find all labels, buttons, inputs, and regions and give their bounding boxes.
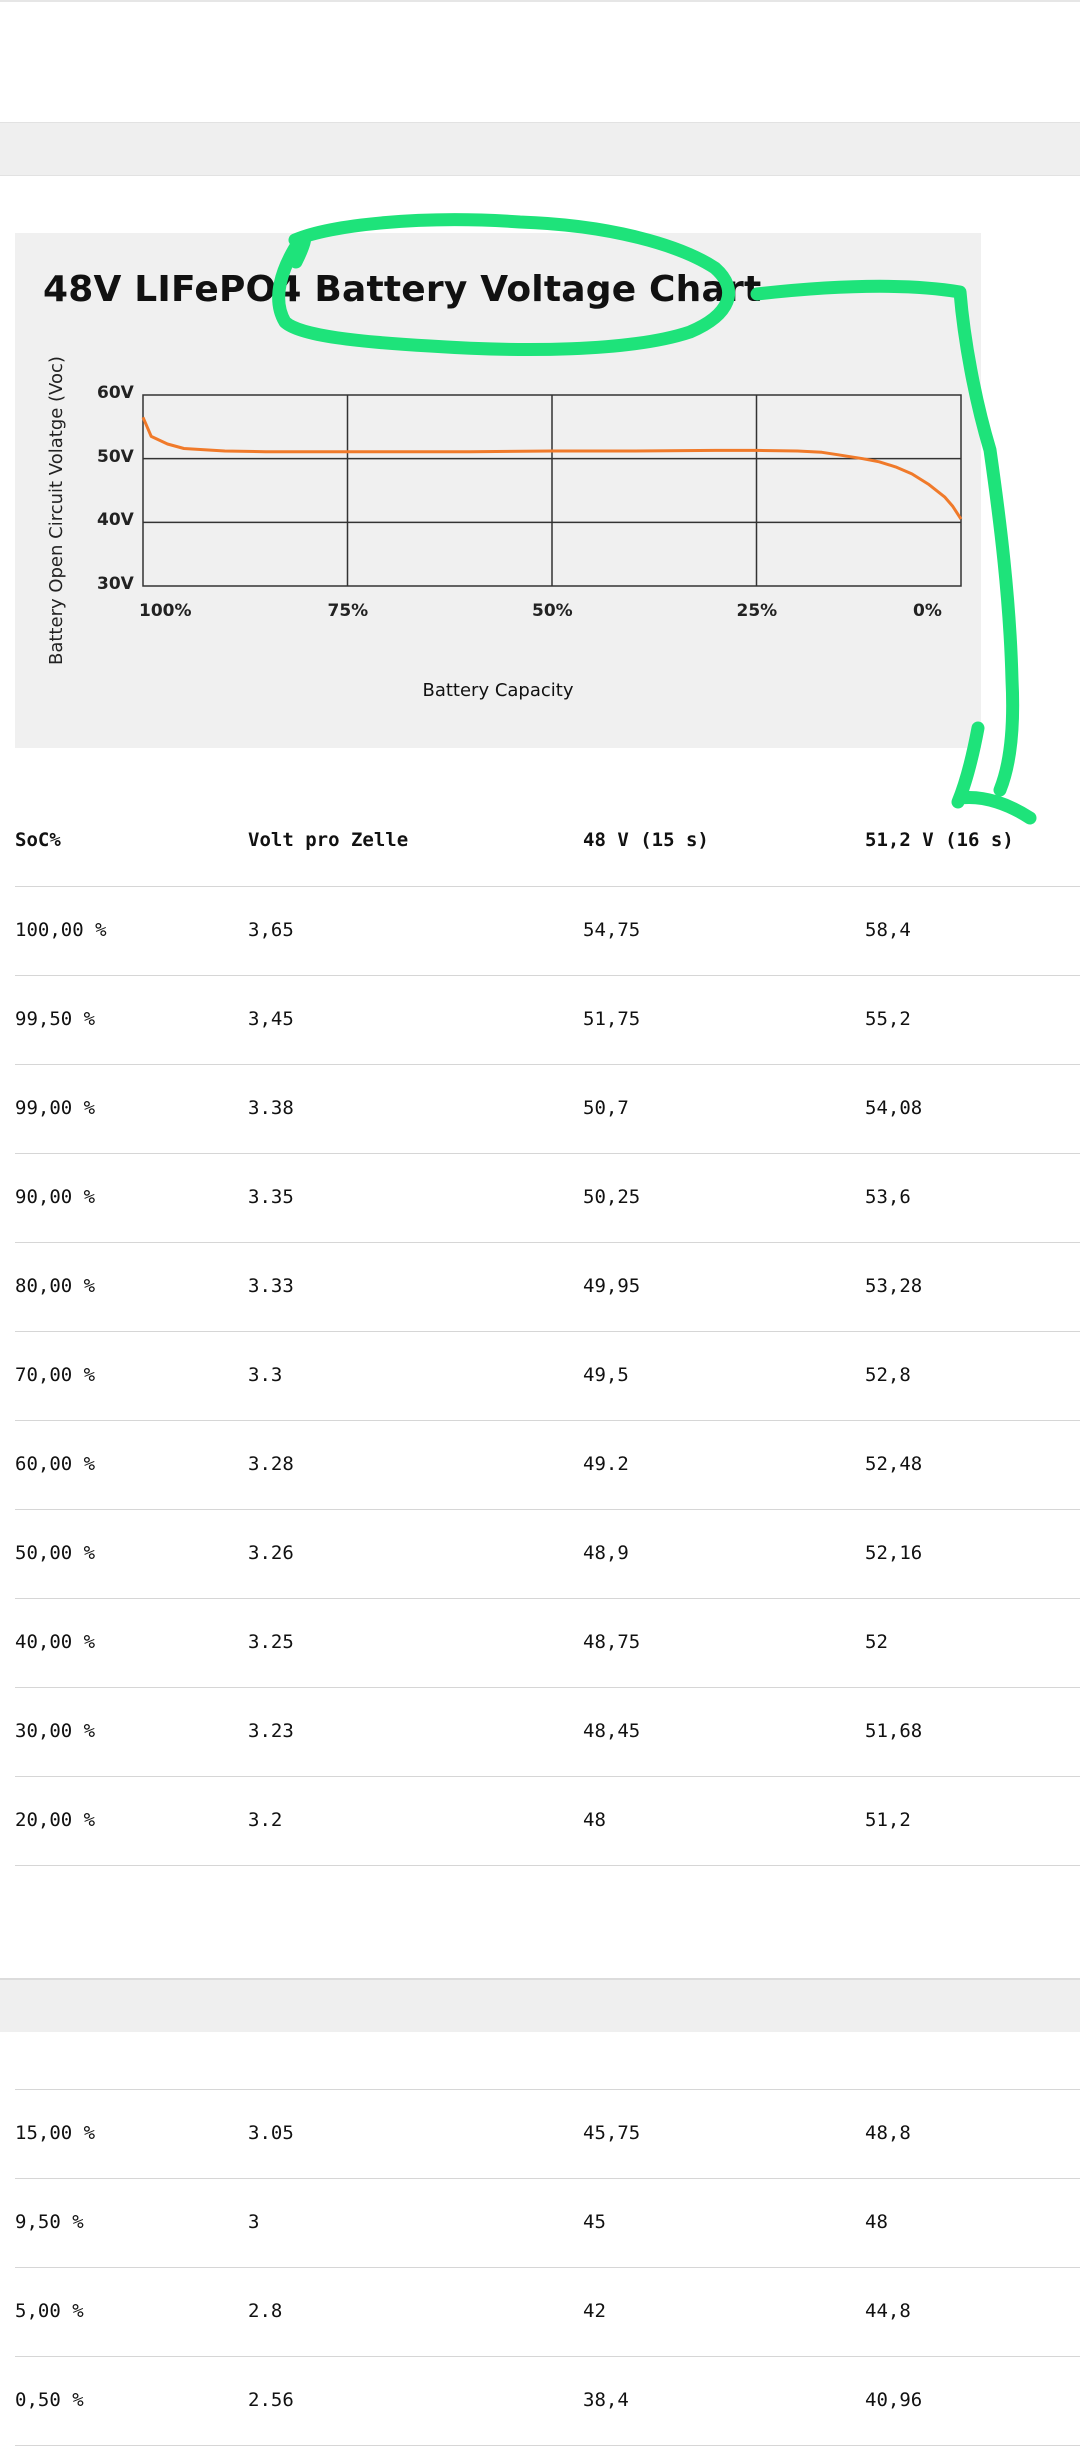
table-cell: 45 [583,2211,606,2233]
table-cell: 3.25 [248,1631,294,1653]
x-axis-title: Battery Capacity [422,680,574,701]
table-cell: 54,75 [583,919,641,941]
table-cell: 20,00 % [15,1809,96,1831]
table-cell: 58,4 [865,919,911,941]
table-cell: 3.38 [248,1097,294,1119]
table-row: 9,50 % 3 45 48 [0,2179,1080,2268]
table-cell: 90,00 % [15,1186,96,1208]
table-cell: 40,96 [865,2389,923,2411]
table-cell: 9,50 % [15,2211,84,2233]
table-cell: 45,75 [583,2122,641,2144]
table-cell: 3.2 [248,1809,283,1831]
table-row: 20,00 % 3.2 48 51,2 [0,1777,1080,1866]
table-cell: 48,8 [865,2122,911,2144]
table-cell: 44,8 [865,2300,911,2322]
table-cell: 70,00 % [15,1364,96,1386]
row-divider [15,1865,1080,1866]
table-cell: 3.23 [248,1720,294,1742]
header-51v: 51,2 V (16 s) [865,829,1014,851]
table-cell: 3.35 [248,1186,294,1208]
table-cell: 3 [248,2211,260,2233]
table-cell: 38,4 [583,2389,629,2411]
table-cell: 0,50 % [15,2389,84,2411]
table-cell: 55,2 [865,1008,911,1030]
table-cell: 50,00 % [15,1542,96,1564]
table-cell: 48,9 [583,1542,629,1564]
x-tick-label: 75% [327,601,369,621]
separator-band [0,1978,1080,2032]
header-48v: 48 V (15 s) [583,829,709,851]
table-cell: 42 [583,2300,606,2322]
table-cell: 52,16 [865,1542,923,1564]
table-row: 99,50 % 3,45 51,75 55,2 [0,976,1080,1065]
y-tick-label: 30V [97,574,134,594]
x-tick-label: 50% [532,601,573,621]
table-cell: 3.3 [248,1364,283,1386]
table-row: 90,00 % 3.35 50,25 53,6 [0,1154,1080,1243]
table-cell: 3,65 [248,919,294,941]
table-row: 0,50 % 2.56 38,4 40,96 [0,2357,1080,2446]
table-cell: 2.56 [248,2389,294,2411]
table-cell: 99,00 % [15,1097,96,1119]
x-tick-label: 25% [736,601,778,621]
table-cell: 3.28 [248,1453,294,1475]
table-row: 40,00 % 3.25 48,75 52 [0,1599,1080,1688]
table-row: 5,00 % 2.8 42 44,8 [0,2268,1080,2357]
table-cell: 54,08 [865,1097,923,1119]
header-soc: SoC% [15,829,61,851]
table-cell: 49.2 [583,1453,629,1475]
table-cell: 3.26 [248,1542,294,1564]
table-cell: 52,48 [865,1453,923,1475]
table-row: 70,00 % 3.3 49,5 52,8 [0,1332,1080,1421]
table-cell: 50,25 [583,1186,641,1208]
table-row: 100,00 % 3,65 54,75 58,4 [0,887,1080,976]
table-row: 30,00 % 3.23 48,45 51,68 [0,1688,1080,1777]
table-cell: 99,50 % [15,1008,96,1030]
x-tick-label: 0% [913,601,942,621]
table-cell: 52,8 [865,1364,911,1386]
table-cell: 48 [583,1809,606,1831]
table-cell: 49,5 [583,1364,629,1386]
table-cell: 52 [865,1631,888,1653]
chart-plot [141,394,963,587]
table-cell: 50,7 [583,1097,629,1119]
table-cell: 30,00 % [15,1720,96,1742]
separator-band [0,122,1080,176]
table-cell: 60,00 % [15,1453,96,1475]
table-row: 60,00 % 3.28 49.2 52,48 [0,1421,1080,1510]
table-row: 80,00 % 3.33 49,95 53,28 [0,1243,1080,1332]
table-cell: 51,2 [865,1809,911,1831]
table-cell: 48,75 [583,1631,641,1653]
table-row: 50,00 % 3.26 48,9 52,16 [0,1510,1080,1599]
table-cell: 40,00 % [15,1631,96,1653]
table-cell: 80,00 % [15,1275,96,1297]
table-cell: 51,68 [865,1720,923,1742]
table-cell: 53,28 [865,1275,923,1297]
table-cell: 3,45 [248,1008,294,1030]
table-cell: 15,00 % [15,2122,96,2144]
table-row: 15,00 % 3.05 45,75 48,8 [0,2090,1080,2179]
table-cell: 3.05 [248,2122,294,2144]
x-tick-label: 100% [139,601,192,621]
table-row: 99,00 % 3.38 50,7 54,08 [0,1065,1080,1154]
top-edge [0,0,1080,2]
table-cell: 51,75 [583,1008,641,1030]
y-tick-label: 40V [97,510,134,531]
table-cell: 48 [865,2211,888,2233]
table-cell: 3.33 [248,1275,294,1297]
table-cell: 48,45 [583,1720,641,1742]
y-tick-label: 50V [97,446,134,467]
table-cell: 49,95 [583,1275,641,1297]
voltage-chart: 48V LIFePO4 Battery Voltage Chart Batter… [15,233,981,748]
table-cell: 2.8 [248,2300,283,2322]
table-cell: 5,00 % [15,2300,84,2322]
y-tick-label: 60V [97,383,134,403]
table-header: SoC% Volt pro Zelle 48 V (15 s) 51,2 V (… [0,797,1080,886]
table-cell: 53,6 [865,1186,911,1208]
table-cell: 100,00 % [15,919,107,941]
header-volt-per-cell: Volt pro Zelle [248,829,409,851]
